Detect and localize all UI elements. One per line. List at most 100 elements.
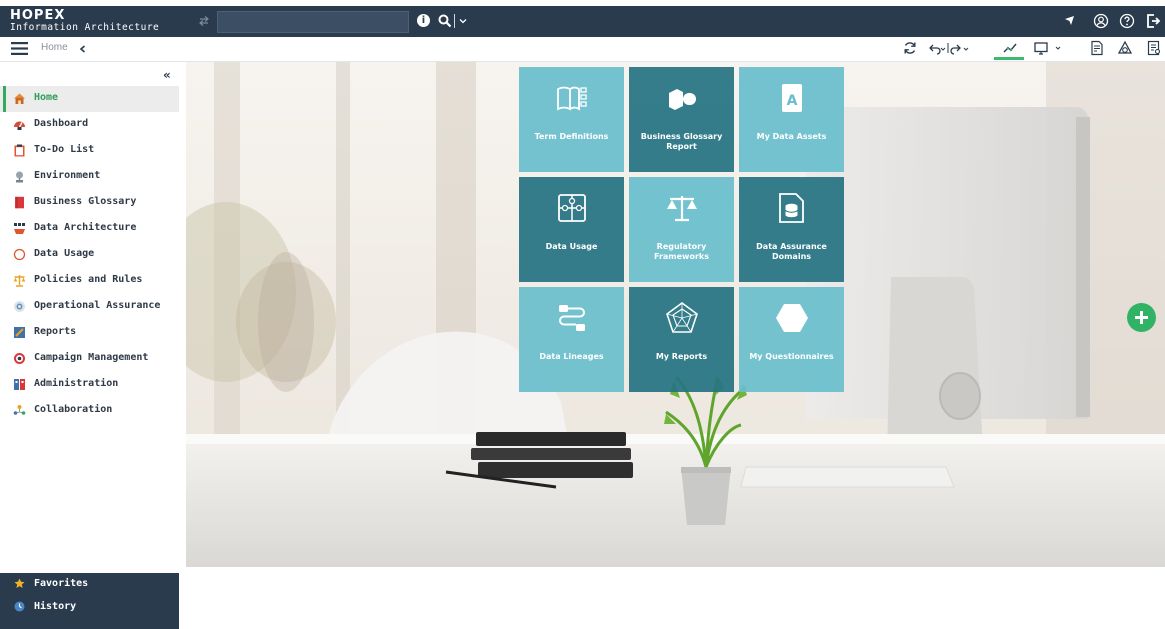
breadcrumb-home[interactable]: Home — [41, 42, 68, 53]
home-tile-grid: Term Definitions Business Glossary Repor… — [519, 67, 844, 392]
sidebar-item-favorites[interactable]: Favorites — [0, 573, 179, 595]
sidebar-item-data-usage[interactable]: Data Usage — [0, 242, 179, 268]
sidebar-item-environment[interactable]: Environment — [0, 164, 179, 190]
radar-chart-icon — [666, 302, 698, 333]
data-architecture-icon — [14, 223, 25, 234]
sidebar-item-label: Policies and Rules — [34, 274, 143, 285]
sidebar-item-home[interactable]: Home — [0, 86, 179, 112]
plus-icon — [1135, 311, 1148, 324]
sidebar: « Home Dashboard To-Do List Environment — [0, 62, 179, 629]
add-button[interactable] — [1127, 303, 1156, 332]
tile-data-assurance-domains[interactable]: Data Assurance Domains — [739, 177, 844, 282]
tile-label: My Data Assets — [756, 132, 827, 141]
svg-text:A: A — [787, 93, 798, 109]
shapes-icon[interactable] — [1117, 40, 1133, 56]
sidebar-item-label: Data Architecture — [34, 222, 137, 233]
clipboard-icon — [14, 144, 25, 157]
sidebar-item-operational-assurance[interactable]: Operational Assurance — [0, 294, 179, 320]
sidebar-item-label: Collaboration — [34, 404, 113, 415]
tile-my-reports[interactable]: My Reports — [629, 287, 734, 392]
environment-icon — [16, 171, 23, 183]
sidebar-item-label: Data Usage — [34, 248, 95, 259]
data-asset-icon: A — [782, 84, 802, 112]
puzzle-icon — [558, 194, 586, 222]
folder-database-icon — [779, 193, 804, 223]
monitor-icon[interactable] — [1033, 40, 1063, 56]
top-app-bar: HOPEX Information Architecture i — [0, 6, 1165, 37]
report-list-icon[interactable] — [1146, 40, 1162, 56]
glossary-report-icon — [669, 89, 696, 110]
collaboration-icon — [13, 405, 26, 415]
chevron-down-icon[interactable] — [459, 17, 467, 25]
sidebar-item-label: History — [34, 601, 77, 612]
tile-regulatory-frameworks[interactable]: Regulatory Frameworks — [629, 177, 734, 282]
history-icon — [14, 601, 25, 612]
tile-data-lineages[interactable]: Data Lineages — [519, 287, 624, 392]
tile-label: Term Definitions — [534, 132, 609, 141]
tile-my-data-assets[interactable]: A My Data Assets — [739, 67, 844, 172]
dashboard-icon — [14, 121, 25, 130]
star-icon — [14, 578, 25, 588]
info-icon[interactable]: i — [417, 14, 430, 27]
sidebar-item-label: Favorites — [34, 578, 89, 589]
sidebar-item-campaign-management[interactable]: Campaign Management — [0, 346, 179, 372]
sidebar-item-label: Operational Assurance — [34, 300, 161, 311]
sidebar-item-label: Business Glossary — [34, 196, 137, 207]
tile-my-questionnaires[interactable]: My Questionnaires — [739, 287, 844, 392]
scales-icon — [13, 275, 26, 287]
search-icon[interactable] — [437, 13, 453, 29]
logo-subtitle: Information Architecture — [10, 22, 160, 33]
sidebar-item-label: Dashboard — [34, 118, 89, 129]
active-view-indicator — [994, 57, 1024, 60]
report-icon — [14, 327, 25, 338]
sidebar-item-collaboration[interactable]: Collaboration — [0, 398, 179, 424]
search-input[interactable] — [217, 11, 409, 33]
sidebar-item-label: Reports — [34, 326, 77, 337]
tile-business-glossary-report[interactable]: Business Glossary Report — [629, 67, 734, 172]
book-list-icon — [557, 86, 587, 111]
sidebar-item-label: Environment — [34, 170, 101, 181]
sidebar-item-label: To-Do List — [34, 144, 95, 155]
target-icon — [14, 353, 25, 364]
line-chart-icon[interactable] — [1002, 40, 1018, 56]
sidebar-item-policies-and-rules[interactable]: Policies and Rules — [0, 268, 179, 294]
help-icon[interactable] — [1119, 13, 1135, 29]
lineage-icon — [559, 305, 585, 331]
sidebar-item-data-architecture[interactable]: Data Architecture — [0, 216, 179, 242]
tile-label: My Questionnaires — [749, 352, 834, 361]
sidebar-item-reports[interactable]: Reports — [0, 320, 179, 346]
sidebar-item-administration[interactable]: Administration — [0, 372, 179, 398]
sidebar-item-history[interactable]: History — [0, 596, 179, 618]
swap-icon[interactable] — [198, 15, 210, 27]
sidebar-item-label: Campaign Management — [34, 352, 149, 363]
tile-label: Business Glossary Report — [640, 132, 723, 151]
toolbar-separator — [454, 14, 455, 28]
assurance-icon — [14, 301, 25, 312]
pointer-icon[interactable] — [1061, 13, 1077, 29]
chevron-left-icon[interactable] — [79, 45, 86, 53]
refresh-icon[interactable] — [902, 40, 918, 56]
tile-data-usage[interactable]: Data Usage — [519, 177, 624, 282]
sidebar-item-business-glossary[interactable]: Business Glossary — [0, 190, 179, 216]
scales-icon — [667, 196, 697, 222]
document-edit-icon[interactable] — [1089, 40, 1105, 56]
collapse-sidebar-button[interactable]: « — [163, 68, 171, 82]
sidebar-nav: Home Dashboard To-Do List Environment Bu… — [0, 86, 179, 424]
tile-term-definitions[interactable]: Term Definitions — [519, 67, 624, 172]
book-icon — [15, 196, 24, 209]
sidebar-bottom-panel: Favorites History — [0, 573, 179, 629]
sidebar-item-dashboard[interactable]: Dashboard — [0, 112, 179, 138]
sidebar-item-label: Administration — [34, 378, 119, 389]
logo-title: HOPEX — [10, 8, 66, 23]
user-circle-icon[interactable] — [1093, 13, 1109, 29]
undo-redo-icon[interactable] — [927, 40, 973, 56]
sidebar-item-todo-list[interactable]: To-Do List — [0, 138, 179, 164]
administration-icon — [14, 379, 25, 390]
tile-label: My Reports — [655, 352, 708, 361]
menu-icon[interactable] — [11, 42, 28, 55]
tile-label: Regulatory Frameworks — [654, 242, 709, 261]
sidebar-item-label: Home — [34, 92, 59, 103]
circle-icon — [13, 248, 26, 261]
app-logo[interactable]: HOPEX Information Architecture — [10, 9, 159, 34]
logout-icon[interactable] — [1145, 13, 1161, 29]
